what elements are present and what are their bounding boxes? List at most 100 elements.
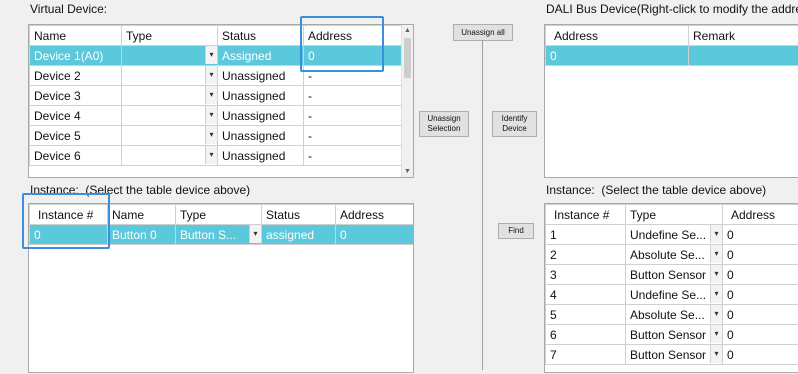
scroll-down-icon[interactable]: ▼ bbox=[402, 166, 413, 177]
col-header-name[interactable]: Name bbox=[29, 25, 122, 46]
device-status: Unassigned bbox=[217, 85, 304, 106]
instance-number[interactable]: 4 bbox=[545, 284, 626, 305]
table-row[interactable]: 5 Absolute Se... ▾ 0 bbox=[545, 304, 798, 325]
device-type-select[interactable]: ▾ bbox=[121, 125, 218, 146]
device-name[interactable]: Device 2 bbox=[29, 65, 122, 86]
right-instance-table[interactable]: Instance # Type Address 1 Undefine Se...… bbox=[544, 203, 798, 373]
col-header-address[interactable]: Address bbox=[303, 25, 402, 46]
instance-address: 0 bbox=[722, 264, 798, 285]
right-instance-header: Instance # Type Address bbox=[545, 204, 798, 225]
dropdown-arrow-icon[interactable]: ▾ bbox=[710, 265, 722, 283]
instance-label-hint: (Select the table device above) bbox=[601, 183, 767, 197]
device-name[interactable]: Device 6 bbox=[29, 145, 122, 166]
find-button[interactable]: Find bbox=[498, 223, 534, 239]
device-type-select[interactable]: ▾ bbox=[121, 85, 218, 106]
device-address: - bbox=[303, 65, 402, 86]
table-row[interactable]: 0 bbox=[545, 45, 798, 66]
device-type-select[interactable]: ▾ bbox=[121, 65, 218, 86]
instance-type-select[interactable]: Button S... ▾ bbox=[175, 224, 262, 245]
scroll-up-icon[interactable]: ▲ bbox=[402, 25, 413, 36]
device-type-select[interactable]: ▾ bbox=[121, 105, 218, 126]
col-header-status[interactable]: Status bbox=[261, 204, 336, 225]
instance-number[interactable]: 3 bbox=[545, 264, 626, 285]
instance-type-select[interactable]: Button Sensor ▾ bbox=[625, 324, 723, 345]
instance-type-select[interactable]: Undefine Se... ▾ bbox=[625, 224, 723, 245]
instance-number[interactable]: 0 bbox=[29, 224, 108, 245]
virtual-device-grid: Name Type Status Address Device 1(A0) ▾ … bbox=[29, 25, 402, 166]
instance-type-select[interactable]: Undefine Se... ▾ bbox=[625, 284, 723, 305]
device-status: Assigned bbox=[217, 45, 304, 66]
device-type-select[interactable]: ▾ bbox=[121, 145, 218, 166]
table-row[interactable]: Device 1(A0) ▾ Assigned 0 bbox=[29, 45, 402, 66]
left-instance-header: Instance # Name Type Status Address bbox=[29, 204, 413, 225]
dropdown-arrow-icon[interactable]: ▾ bbox=[205, 146, 217, 164]
right-instance-label: Instance: (Select the table device above… bbox=[546, 183, 766, 197]
instance-type-select[interactable]: Button Sensor ▾ bbox=[625, 344, 723, 365]
instance-number[interactable]: 7 bbox=[545, 344, 626, 365]
instance-type-select[interactable]: Button Sensor ▾ bbox=[625, 264, 723, 285]
device-name[interactable]: Device 5 bbox=[29, 125, 122, 146]
bus-address[interactable]: 0 bbox=[545, 45, 689, 66]
col-header-type[interactable]: Type bbox=[175, 204, 262, 225]
instance-label-prefix: Instance: bbox=[546, 183, 595, 197]
instance-number[interactable]: 2 bbox=[545, 244, 626, 265]
bus-remark[interactable] bbox=[688, 45, 798, 66]
device-status: Unassigned bbox=[217, 125, 304, 146]
table-row[interactable]: 3 Button Sensor ▾ 0 bbox=[545, 264, 798, 285]
col-header-address[interactable]: Address bbox=[545, 25, 689, 46]
dropdown-arrow-icon[interactable]: ▾ bbox=[205, 126, 217, 144]
dropdown-arrow-icon[interactable]: ▾ bbox=[205, 66, 217, 84]
table-row[interactable]: Device 6 ▾ Unassigned - bbox=[29, 145, 402, 166]
table-row[interactable]: 6 Button Sensor ▾ 0 bbox=[545, 324, 798, 345]
table-row[interactable]: 7 Button Sensor ▾ 0 bbox=[545, 344, 798, 365]
col-header-type[interactable]: Type bbox=[625, 204, 723, 225]
table-row[interactable]: Device 5 ▾ Unassigned - bbox=[29, 125, 402, 146]
dali-bus-table[interactable]: Address Remark 0 bbox=[544, 24, 798, 178]
col-header-instance[interactable]: Instance # bbox=[29, 204, 108, 225]
col-header-address[interactable]: Address bbox=[722, 204, 798, 225]
instance-address: 0 bbox=[722, 284, 798, 305]
table-row[interactable]: 0 Button 0 Button S... ▾ assigned 0 bbox=[29, 224, 413, 245]
dropdown-arrow-icon[interactable]: ▾ bbox=[710, 325, 722, 343]
dropdown-arrow-icon[interactable]: ▾ bbox=[710, 305, 722, 323]
unassign-selection-button[interactable]: Unassign Selection bbox=[419, 111, 469, 137]
identify-device-button[interactable]: Identify Device bbox=[492, 111, 537, 137]
col-header-type[interactable]: Type bbox=[121, 25, 218, 46]
device-name[interactable]: Device 1(A0) bbox=[29, 45, 122, 66]
dropdown-arrow-icon[interactable]: ▾ bbox=[205, 46, 217, 64]
dropdown-arrow-icon[interactable]: ▾ bbox=[710, 245, 722, 263]
table-row[interactable]: 2 Absolute Se... ▾ 0 bbox=[545, 244, 798, 265]
dropdown-arrow-icon[interactable]: ▾ bbox=[710, 345, 722, 363]
col-header-remark[interactable]: Remark bbox=[688, 25, 798, 46]
instance-status: assigned bbox=[261, 224, 336, 245]
dropdown-arrow-icon[interactable]: ▾ bbox=[205, 86, 217, 104]
col-header-status[interactable]: Status bbox=[217, 25, 304, 46]
unassign-all-button[interactable]: Unassign all bbox=[453, 24, 513, 41]
instance-type-select[interactable]: Absolute Se... ▾ bbox=[625, 244, 723, 265]
scrollbar-thumb[interactable] bbox=[404, 38, 411, 78]
device-name[interactable]: Device 4 bbox=[29, 105, 122, 126]
device-name[interactable]: Device 3 bbox=[29, 85, 122, 106]
table-row[interactable]: 4 Undefine Se... ▾ 0 bbox=[545, 284, 798, 305]
instance-number[interactable]: 1 bbox=[545, 224, 626, 245]
vertical-scrollbar[interactable]: ▲ ▼ bbox=[401, 25, 413, 177]
virtual-device-table[interactable]: Name Type Status Address Device 1(A0) ▾ … bbox=[28, 24, 414, 178]
table-row[interactable]: Device 2 ▾ Unassigned - bbox=[29, 65, 402, 86]
instance-type-select[interactable]: Absolute Se... ▾ bbox=[625, 304, 723, 325]
col-header-instance[interactable]: Instance # bbox=[545, 204, 626, 225]
table-row[interactable]: Device 4 ▾ Unassigned - bbox=[29, 105, 402, 126]
dropdown-arrow-icon[interactable]: ▾ bbox=[710, 225, 722, 243]
dropdown-arrow-icon[interactable]: ▾ bbox=[710, 285, 722, 303]
col-header-name[interactable]: Name bbox=[107, 204, 176, 225]
table-row[interactable]: Device 3 ▾ Unassigned - bbox=[29, 85, 402, 106]
device-type-select[interactable]: ▾ bbox=[121, 45, 218, 66]
instance-number[interactable]: 6 bbox=[545, 324, 626, 345]
dropdown-arrow-icon[interactable]: ▾ bbox=[205, 106, 217, 124]
device-address: - bbox=[303, 105, 402, 126]
instance-address: 0 bbox=[722, 344, 798, 365]
left-instance-table[interactable]: Instance # Name Type Status Address 0 Bu… bbox=[28, 203, 414, 373]
dropdown-arrow-icon[interactable]: ▾ bbox=[249, 225, 261, 243]
instance-number[interactable]: 5 bbox=[545, 304, 626, 325]
col-header-address[interactable]: Address bbox=[335, 204, 413, 225]
table-row[interactable]: 1 Undefine Se... ▾ 0 bbox=[545, 224, 798, 245]
